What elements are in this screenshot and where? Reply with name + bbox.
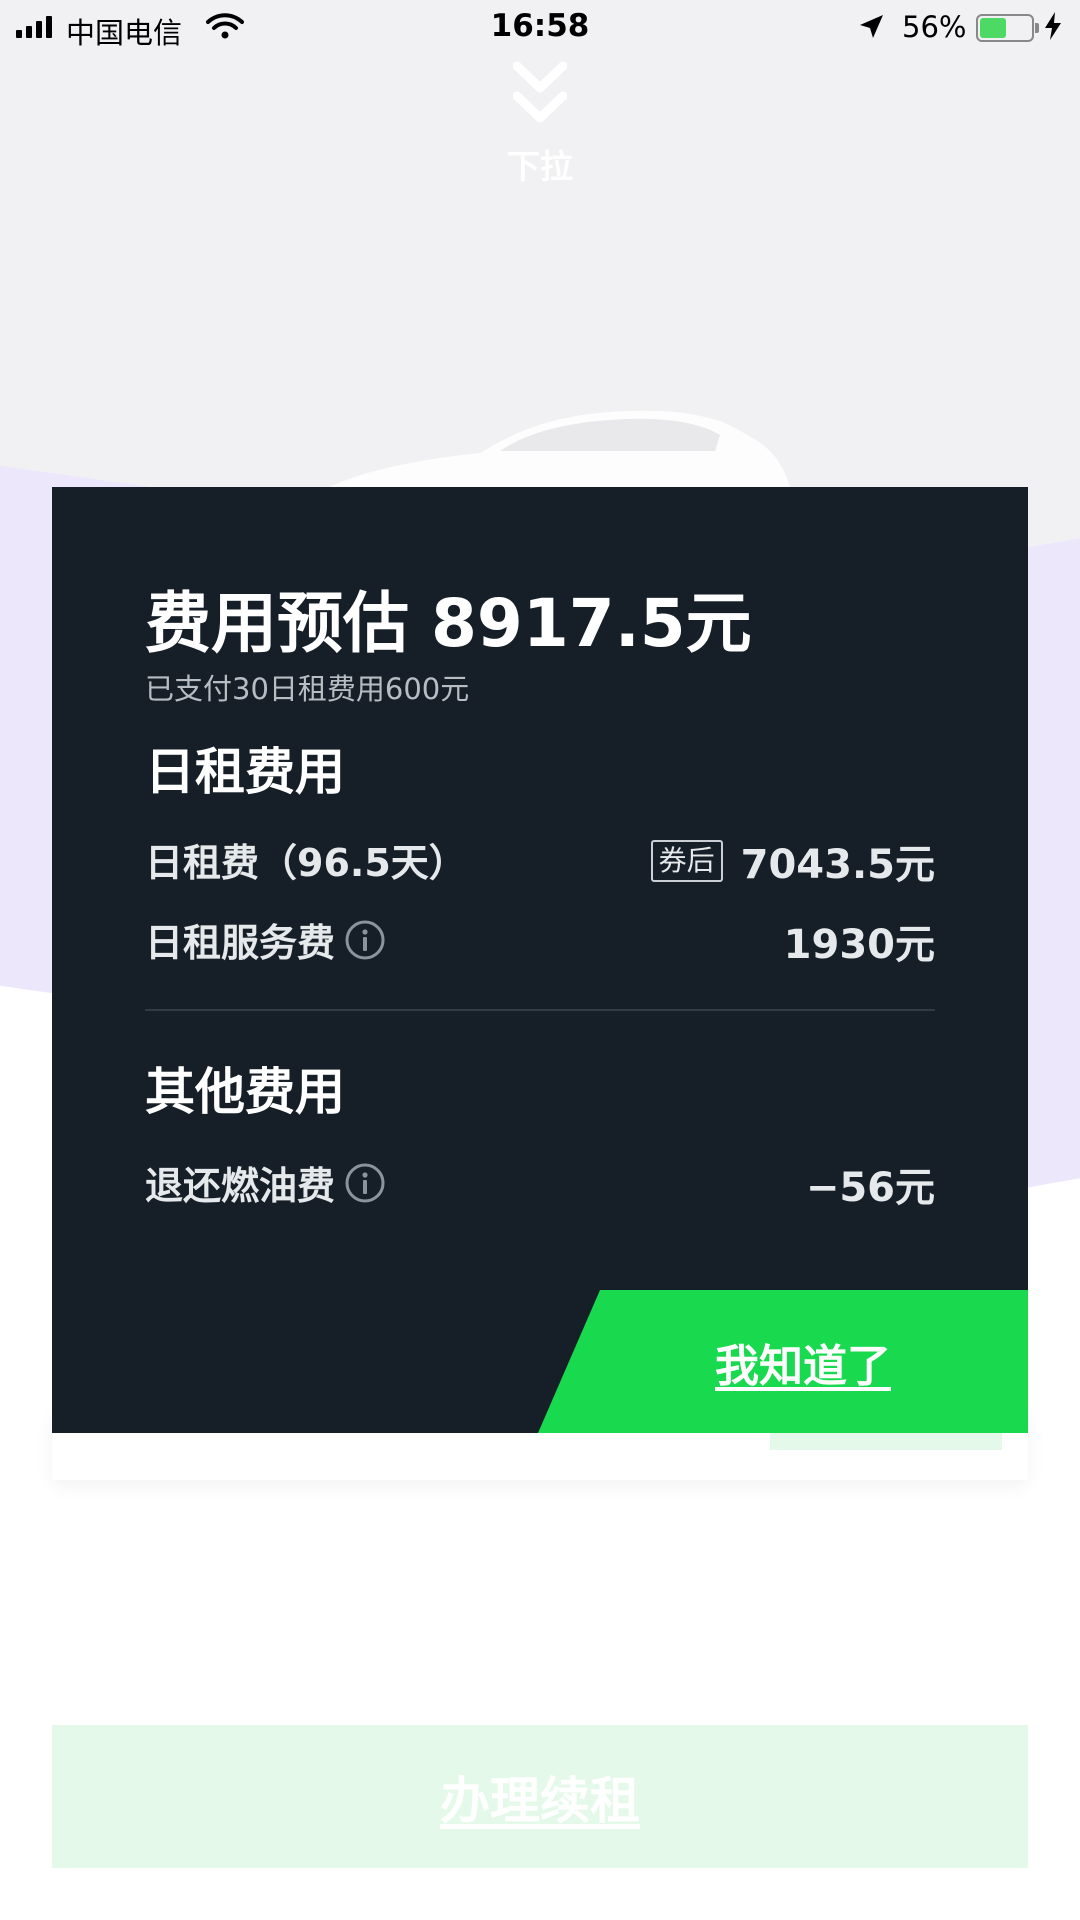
daily-rent-value: 7043.5元 — [740, 842, 935, 888]
fuel-refund-label-text: 退还燃油费 — [145, 1164, 336, 1208]
renew-lease-button-label: 办理续租 — [440, 1771, 640, 1830]
daily-service-fee-label-text: 日租服务费 — [145, 921, 336, 965]
battery-icon — [976, 14, 1039, 42]
info-circle-icon[interactable] — [345, 920, 385, 960]
car-image — [330, 410, 790, 487]
location-arrow-icon — [860, 15, 883, 38]
got-it-button-label: 我知道了 — [715, 1340, 891, 1392]
fuel-refund-label: 退还燃油费 — [145, 1155, 385, 1210]
background-card-button — [770, 1430, 1002, 1450]
status-bar: 中国电信 16:58 56% — [0, 0, 1080, 54]
double-chevron-down-icon — [513, 61, 567, 123]
title-prefix: 费用预估 — [145, 585, 409, 662]
daily-rent-label: 日租费（96.5天） — [145, 832, 467, 887]
coupon-badge: 券后 — [650, 840, 723, 882]
renew-lease-button[interactable]: 办理续租 — [52, 1725, 1028, 1868]
info-circle-icon[interactable] — [345, 1163, 385, 1203]
daily-service-fee-label: 日租服务费 — [145, 912, 385, 967]
pull-down-label: 下拉 — [507, 147, 573, 186]
daily-service-fee-value: 1930元 — [783, 922, 935, 968]
got-it-button[interactable]: 我知道了 — [538, 1290, 1028, 1433]
daily-rent-value-group: 券后 7043.5元 — [650, 832, 935, 890]
daily-rent-label-text: 日租费（96.5天） — [145, 841, 467, 885]
other-fee-heading: 其他费用 — [145, 1063, 345, 1121]
battery-percent: 56% — [902, 10, 967, 44]
charging-bolt-icon — [1045, 12, 1061, 40]
fee-estimate-title: 费用预估 8917.5元 — [145, 570, 752, 666]
estimated-total: 8917.5元 — [431, 585, 752, 662]
paid-note: 已支付30日租费用600元 — [145, 672, 470, 706]
section-divider — [145, 1009, 935, 1011]
fuel-refund-value: −56元 — [805, 1165, 935, 1211]
daily-fee-heading: 日租费用 — [145, 743, 345, 801]
